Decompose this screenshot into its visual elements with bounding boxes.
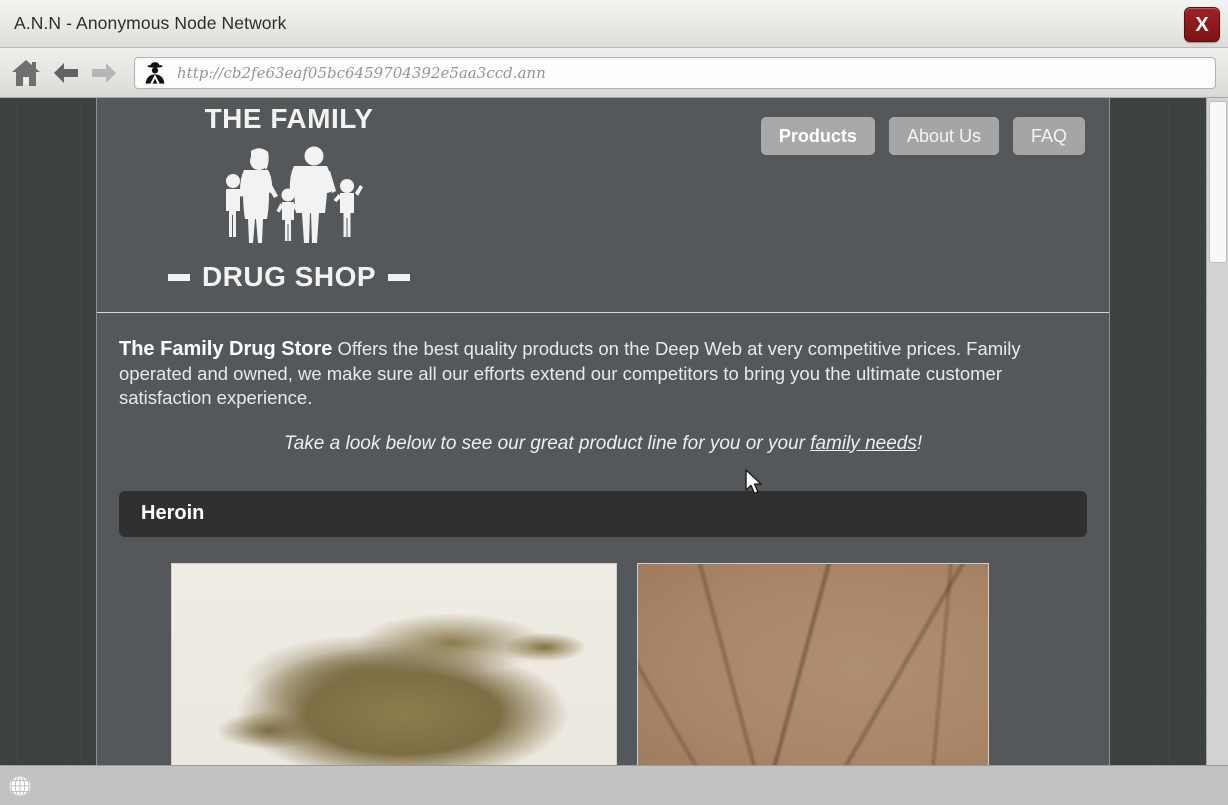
tagline-after: ! — [916, 432, 923, 454]
status-bar — [0, 765, 1228, 805]
tagline: Take a look below to see our great produ… — [119, 433, 1087, 455]
heroin-powder-tan-photo — [638, 563, 988, 765]
site-header: THE FAMILY DRUG SHOP Products About Us F… — [97, 98, 1109, 313]
intro-paragraph: The Family Drug Store Offers the best qu… — [119, 337, 1087, 411]
spy-incognito-icon — [145, 61, 165, 84]
intro-strong: The Family Drug Store — [119, 338, 333, 360]
family-needs-link[interactable]: family needs — [810, 433, 917, 454]
back-arrow-icon[interactable] — [52, 61, 80, 85]
vertical-scrollbar[interactable] — [1206, 98, 1228, 765]
site-content: The Family Drug Store Offers the best qu… — [97, 313, 1109, 765]
product-row — [119, 562, 1087, 765]
browser-window: A.N.N - Anonymous Node Network X http://… — [0, 0, 1228, 805]
close-button[interactable]: X — [1184, 7, 1220, 42]
page-viewport: THE FAMILY DRUG SHOP Products About Us F… — [0, 98, 1228, 765]
logo-bottom-text: DRUG SHOP — [119, 261, 459, 293]
dash-left-icon — [167, 273, 190, 281]
home-icon[interactable] — [10, 58, 42, 88]
address-bar[interactable]: http://cb2fe63eaf05bc6459704392e5aa3ccd.… — [134, 56, 1216, 89]
scrollbar-thumb[interactable] — [1209, 101, 1227, 263]
section-header-heroin: Heroin — [119, 490, 1087, 537]
website-container: THE FAMILY DRUG SHOP Products About Us F… — [96, 98, 1110, 765]
browser-toolbar: http://cb2fe63eaf05bc6459704392e5aa3ccd.… — [0, 48, 1228, 98]
family-silhouette-icon — [119, 136, 459, 261]
site-nav: Products About Us FAQ — [760, 117, 1085, 155]
window-title: A.N.N - Anonymous Node Network — [14, 13, 287, 33]
nav-item-products[interactable]: Products — [760, 117, 875, 155]
page-background: THE FAMILY DRUG SHOP Products About Us F… — [0, 98, 1206, 765]
heroin-powder-brown-photo — [172, 563, 616, 765]
logo-top-text: THE FAMILY — [204, 103, 374, 134]
title-bar: A.N.N - Anonymous Node Network X — [0, 0, 1228, 48]
url-text[interactable]: http://cb2fe63eaf05bc6459704392e5aa3ccd.… — [177, 64, 546, 82]
nav-item-about-us[interactable]: About Us — [888, 117, 999, 155]
dash-right-icon — [388, 273, 411, 281]
logo-bottom-label: DRUG SHOP — [201, 261, 377, 292]
tagline-before: Take a look below to see our great produ… — [283, 432, 811, 454]
forward-arrow-icon — [90, 61, 118, 85]
product-image-heroin-tan[interactable] — [637, 562, 989, 765]
section-title: Heroin — [141, 502, 205, 524]
globe-icon — [9, 774, 31, 797]
nav-item-faq[interactable]: FAQ — [1012, 117, 1085, 155]
site-logo: THE FAMILY DRUG SHOP — [119, 102, 459, 293]
product-image-heroin-brown[interactable] — [171, 562, 617, 765]
